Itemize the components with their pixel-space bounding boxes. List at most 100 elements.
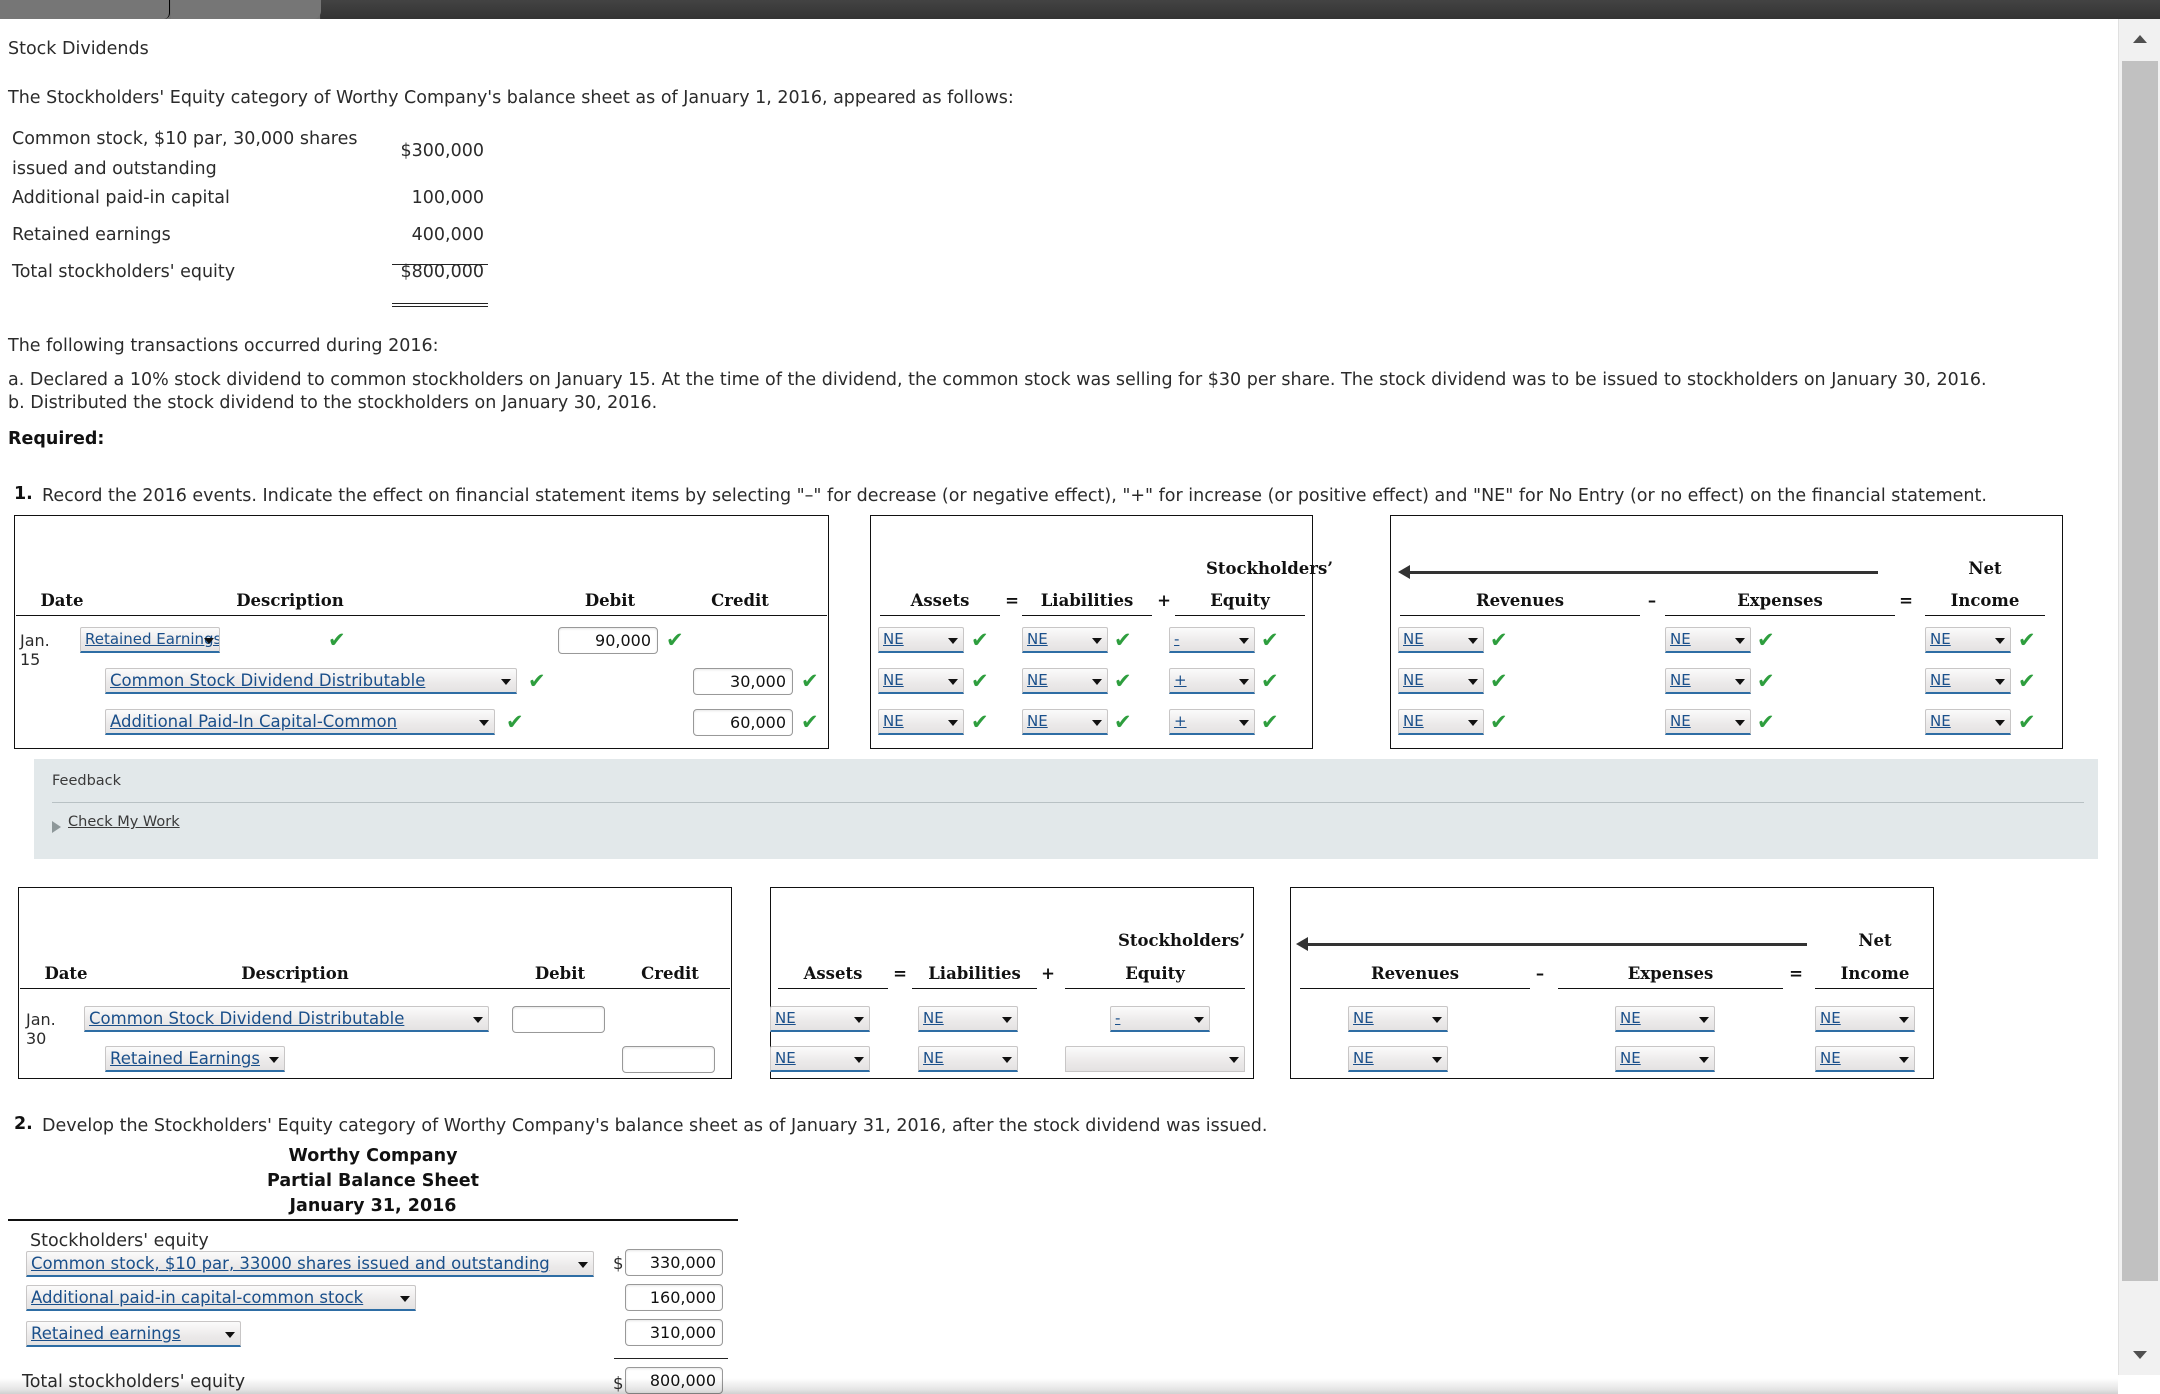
net-label-2: Net (1820, 931, 1930, 950)
pbs-account-select-1[interactable]: Additional paid-in capital-common stock (26, 1285, 416, 1311)
expenses-select-1-1[interactable]: NE (1665, 668, 1751, 694)
account-select-2-1[interactable]: Retained Earnings (105, 1046, 285, 1072)
liabilities-select-2-1[interactable]: NE (918, 1046, 1018, 1072)
feedback-title: Feedback (52, 773, 121, 789)
check-icon: ✔ (1490, 671, 1508, 692)
check-icon: ✔ (971, 630, 989, 651)
chevron-down-icon (1432, 1017, 1442, 1023)
assets-select-1-2[interactable]: NE (878, 709, 964, 735)
transaction-a: a. Declared a 10% stock dividend to comm… (8, 368, 1987, 393)
check-icon: ✔ (1757, 630, 1775, 651)
debit-input-1-0[interactable]: 90,000 (558, 627, 658, 654)
chevron-down-icon (1899, 1017, 1909, 1023)
partial-balance-sheet: Worthy Company Partial Balance Sheet Jan… (8, 1144, 738, 1219)
check-icon: ✔ (528, 671, 546, 692)
opening-equity-label: Common stock, $10 par, 30,000 shares iss… (12, 124, 358, 184)
triangle-down-icon (2133, 1351, 2147, 1359)
equity-select-2-0[interactable]: - (1110, 1006, 1210, 1032)
expenses-select-1-2[interactable]: NE (1665, 709, 1751, 735)
col-assets-1: Assets (880, 591, 1000, 610)
stockholders-label-1: Stockholders’ (1203, 559, 1333, 578)
chevron-down-icon (400, 1296, 410, 1302)
expenses-select-1-0[interactable]: NE (1665, 627, 1751, 653)
chevron-down-icon (1468, 720, 1478, 726)
browser-tab-1[interactable] (0, 0, 170, 19)
scrollbar-thumb[interactable] (2122, 61, 2158, 1281)
check-icon: ✔ (1114, 630, 1132, 651)
equity-select-1-2[interactable]: + (1169, 709, 1255, 735)
check-icon: ✔ (2018, 630, 2036, 651)
expenses-select-2-1[interactable]: NE (1615, 1046, 1715, 1072)
assets-select-2-1[interactable]: NE (770, 1046, 870, 1072)
liabilities-select-1-1[interactable]: NE (1022, 668, 1108, 694)
credit-input-1-2[interactable]: 60,000 (693, 709, 793, 736)
chevron-down-icon (1699, 1017, 1709, 1023)
account-select-2-0[interactable]: Common Stock Dividend Distributable (84, 1006, 489, 1032)
chevron-down-icon (854, 1057, 864, 1063)
assets-select-2-0[interactable]: NE (770, 1006, 870, 1032)
credit-input-1-1[interactable]: 30,000 (693, 668, 793, 695)
opening-equity-label: Additional paid-in capital (12, 188, 230, 208)
chevron-down-icon (204, 638, 214, 644)
chevron-down-icon (1995, 679, 2005, 685)
equity-rule-1 (1175, 615, 1305, 616)
chevron-down-icon (269, 1057, 279, 1063)
chevron-down-icon (225, 1332, 235, 1338)
scroll-down-button[interactable] (2119, 1335, 2160, 1375)
assets-select-1-0[interactable]: NE (878, 627, 964, 653)
assets-select-1-1[interactable]: NE (878, 668, 964, 694)
row-date-2-0: Jan. 30 (26, 1010, 56, 1048)
liabilities-select-1-0[interactable]: NE (1022, 627, 1108, 653)
revenues-select-1-1[interactable]: NE (1398, 668, 1484, 694)
net-income-select-2-1[interactable]: NE (1815, 1046, 1915, 1072)
pbs-account-select-2[interactable]: Retained earnings (26, 1321, 241, 1347)
check-icon: ✔ (1261, 671, 1279, 692)
chevron-down-icon (1432, 1057, 1442, 1063)
chevron-down-icon (501, 679, 511, 685)
equity-select-1-0[interactable]: - (1169, 627, 1255, 653)
revenues-select-1-2[interactable]: NE (1398, 709, 1484, 735)
account-select-1-2[interactable]: Additional Paid-In Capital-Common (105, 709, 495, 735)
equity-select-1-1[interactable]: + (1169, 668, 1255, 694)
credit-input-2-1[interactable] (622, 1046, 715, 1073)
col-liabilities-1: Liabilities (1022, 591, 1152, 610)
transaction-b: b. Distributed the stock dividend to the… (8, 391, 657, 416)
liabilities-select-1-2[interactable]: NE (1022, 709, 1108, 735)
revenues-select-2-1[interactable]: NE (1348, 1046, 1448, 1072)
requirement-1-number: 1. (14, 484, 33, 504)
expand-triangle-icon[interactable] (52, 821, 61, 833)
expenses-select-2-0[interactable]: NE (1615, 1006, 1715, 1032)
revenues-select-1-0[interactable]: NE (1398, 627, 1484, 653)
chevron-down-icon (1239, 720, 1249, 726)
col-assets-2: Assets (778, 964, 888, 983)
vertical-scrollbar[interactable] (2118, 19, 2160, 1375)
net-income-select-1-0[interactable]: NE (1925, 627, 2011, 653)
pbs-account-select-0[interactable]: Common stock, $10 par, 33000 shares issu… (26, 1251, 594, 1277)
account-select-1-1[interactable]: Common Stock Dividend Distributable (105, 668, 517, 694)
debit-input-2-0[interactable] (512, 1006, 605, 1033)
flow-arrowline-2 (1307, 943, 1807, 946)
operator-equals-1a: = (1002, 591, 1022, 610)
net-income-select-2-0[interactable]: NE (1815, 1006, 1915, 1032)
opening-equity-amount: 100,000 (358, 188, 488, 208)
check-icon: ✔ (1261, 712, 1279, 733)
pbs-dollar-0: $ (613, 1254, 624, 1273)
pbs-amount-input-2[interactable]: 310,000 (625, 1319, 723, 1346)
chevron-down-icon (578, 1262, 588, 1268)
equity-select-2-1[interactable] (1065, 1046, 1245, 1072)
net-income-rule-2 (1815, 988, 1933, 989)
check-icon: ✔ (1114, 671, 1132, 692)
scroll-up-button[interactable] (2119, 19, 2160, 59)
net-income-select-1-1[interactable]: NE (1925, 668, 2011, 694)
net-income-select-1-2[interactable]: NE (1925, 709, 2011, 735)
revenues-select-2-0[interactable]: NE (1348, 1006, 1448, 1032)
pbs-amount-input-0[interactable]: 330,000 (625, 1249, 723, 1276)
pbs-amount-input-1[interactable]: 160,000 (625, 1284, 723, 1311)
pbs-company-name: Worthy Company (8, 1144, 738, 1169)
liabilities-select-2-0[interactable]: NE (918, 1006, 1018, 1032)
chevron-down-icon (1229, 1057, 1239, 1063)
check-my-work-link[interactable]: Check My Work (68, 814, 180, 830)
account-select-1-0[interactable]: Retained Earnings (80, 627, 220, 653)
check-icon: ✔ (2018, 712, 2036, 733)
browser-tab-2[interactable] (171, 0, 321, 19)
